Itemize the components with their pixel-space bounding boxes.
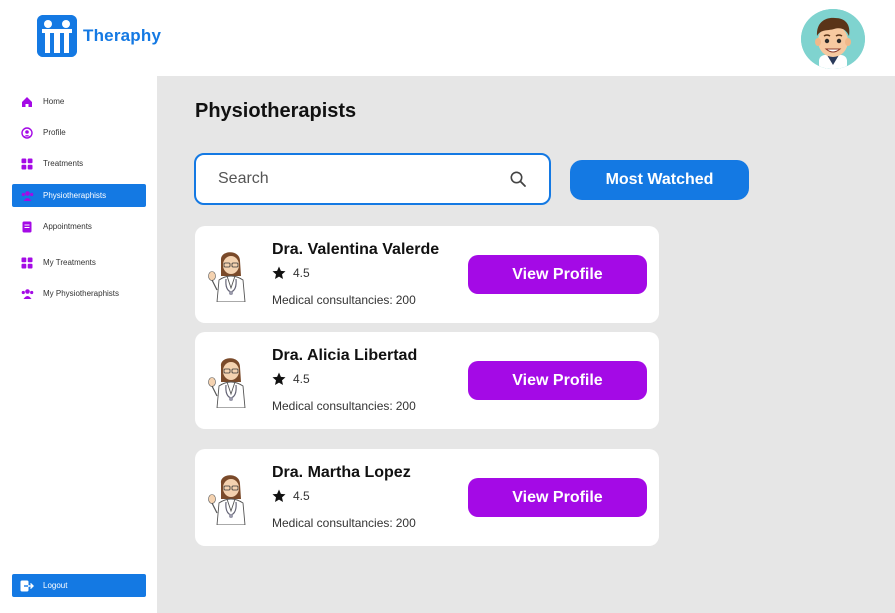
sidebar-item-label: My Physiotheraphists xyxy=(43,289,120,298)
doctor-avatar-icon xyxy=(207,352,257,409)
brand-logo[interactable]: Theraphy xyxy=(37,15,161,57)
therapist-name: Dra. Martha Lopez xyxy=(272,464,411,481)
view-profile-button[interactable]: View Profile xyxy=(468,361,647,400)
consultancies-count: 200 xyxy=(395,399,416,413)
consultancies-info: Medical consultancies: 200 xyxy=(272,293,416,307)
therapist-name: Dra. Alicia Libertad xyxy=(272,347,418,364)
logout-button[interactable]: Logout xyxy=(12,574,146,597)
sidebar-item-treatments[interactable]: Treatments xyxy=(12,152,146,175)
therapist-card: Dra. Martha Lopez 4.5 Medical consultanc… xyxy=(195,449,659,546)
rating-value: 4.5 xyxy=(293,489,310,503)
rating-value: 4.5 xyxy=(293,266,310,280)
consultancies-count: 200 xyxy=(395,293,416,307)
sidebar-item-label: Appointments xyxy=(43,222,92,231)
doctor-avatar-icon xyxy=(207,246,257,303)
home-icon xyxy=(20,95,34,109)
consultancies-info: Medical consultancies: 200 xyxy=(272,399,416,413)
most-watched-button[interactable]: Most Watched xyxy=(570,160,749,200)
search-icon[interactable] xyxy=(509,170,527,188)
sidebar-item-physiotheraphists[interactable]: Physiotheraphists xyxy=(12,184,146,207)
sidebar-item-label: Home xyxy=(43,97,65,106)
star-icon xyxy=(272,372,286,385)
sidebar-item-label: Physiotheraphists xyxy=(43,191,107,200)
search-input[interactable] xyxy=(218,170,488,188)
user-avatar-icon[interactable] xyxy=(801,9,865,69)
therapist-rating: 4.5 xyxy=(272,489,310,503)
sidebar-item-home[interactable]: Home xyxy=(12,90,146,113)
app-window: Theraphy Home Profile Treatments Physiot… xyxy=(0,0,895,613)
therapist-card: Dra. Valentina Valerde 4.5 Medical consu… xyxy=(195,226,659,323)
consultancies-label: Medical consultancies: xyxy=(272,399,393,413)
logout-label: Logout xyxy=(43,581,68,590)
star-icon xyxy=(272,489,286,502)
document-icon xyxy=(20,220,34,234)
logout-icon xyxy=(20,579,34,593)
sidebar-item-my-physiotheraphists[interactable]: My Physiotheraphists xyxy=(12,282,146,305)
sidebar-item-appointments[interactable]: Appointments xyxy=(12,215,146,238)
theraphy-logo-icon xyxy=(37,15,77,57)
profile-icon xyxy=(20,126,34,140)
sidebar-item-my-treatments[interactable]: My Treatments xyxy=(12,251,146,274)
therapist-name: Dra. Valentina Valerde xyxy=(272,241,440,258)
grid-icon xyxy=(20,157,34,171)
rating-value: 4.5 xyxy=(293,372,310,386)
consultancies-label: Medical consultancies: xyxy=(272,516,393,530)
top-header: Theraphy xyxy=(0,0,895,76)
page-title: Physiotherapists xyxy=(195,100,357,122)
view-profile-button[interactable]: View Profile xyxy=(468,478,647,517)
sidebar-item-label: Profile xyxy=(43,128,66,137)
consultancies-count: 200 xyxy=(395,516,416,530)
therapist-rating: 4.5 xyxy=(272,372,310,386)
sidebar-item-label: My Treatments xyxy=(43,258,96,267)
people-icon xyxy=(20,287,34,301)
consultancies-info: Medical consultancies: 200 xyxy=(272,516,416,530)
grid-icon xyxy=(20,256,34,270)
sidebar: Home Profile Treatments Physiotheraphist… xyxy=(0,76,157,613)
therapist-rating: 4.5 xyxy=(272,266,310,280)
main-content: Physiotherapists Most Watched xyxy=(157,76,895,613)
view-profile-button[interactable]: View Profile xyxy=(468,255,647,294)
doctor-avatar-icon xyxy=(207,469,257,526)
people-icon xyxy=(20,189,34,203)
sidebar-item-profile[interactable]: Profile xyxy=(12,121,146,144)
sidebar-item-label: Treatments xyxy=(43,159,84,168)
therapist-card: Dra. Alicia Libertad 4.5 Medical consult… xyxy=(195,332,659,429)
consultancies-label: Medical consultancies: xyxy=(272,293,393,307)
star-icon xyxy=(272,266,286,279)
search-box[interactable] xyxy=(194,153,551,205)
brand-name: Theraphy xyxy=(83,26,162,45)
